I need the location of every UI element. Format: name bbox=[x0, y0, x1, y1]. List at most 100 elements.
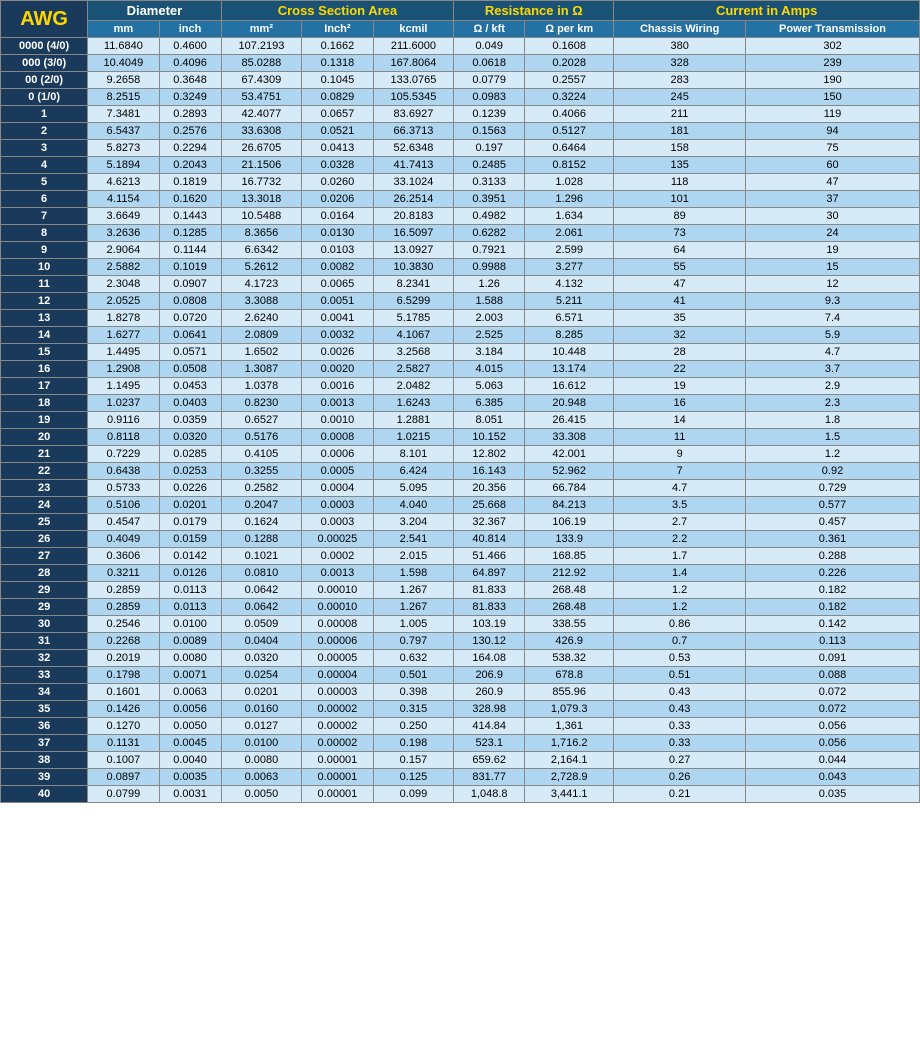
data-cell: 1,361 bbox=[525, 718, 614, 735]
data-cell: 7.4 bbox=[746, 310, 920, 327]
data-cell: 1.2908 bbox=[88, 361, 159, 378]
data-cell: 0.6464 bbox=[525, 140, 614, 157]
data-cell: 0.6527 bbox=[221, 412, 302, 429]
data-cell: 103.19 bbox=[454, 616, 525, 633]
data-cell: 9.3 bbox=[746, 293, 920, 310]
data-cell: 0.0453 bbox=[159, 378, 221, 395]
data-cell: 75 bbox=[746, 140, 920, 157]
data-cell: 4.7 bbox=[614, 480, 746, 497]
data-cell: 0.00002 bbox=[302, 718, 373, 735]
data-cell: 1.8278 bbox=[88, 310, 159, 327]
awg-table: AWG Diameter Cross Section Area Resistan… bbox=[0, 0, 920, 803]
data-cell: 13.3018 bbox=[221, 191, 302, 208]
data-cell: 0.0045 bbox=[159, 735, 221, 752]
data-cell: 0.0080 bbox=[221, 752, 302, 769]
data-cell: 2.0482 bbox=[373, 378, 454, 395]
data-cell: 107.2193 bbox=[221, 38, 302, 55]
data-cell: 1.2 bbox=[746, 446, 920, 463]
data-cell: 0.00003 bbox=[302, 684, 373, 701]
data-cell: 0.4547 bbox=[88, 514, 159, 531]
table-row: 280.32110.01260.08100.00131.59864.897212… bbox=[1, 565, 920, 582]
awg-cell: 00 (2/0) bbox=[1, 72, 88, 89]
data-cell: 0.0050 bbox=[159, 718, 221, 735]
table-row: 0 (1/0)8.25150.324953.47510.0829105.5345… bbox=[1, 89, 920, 106]
table-row: 0000 (4/0)11.68400.4600107.21930.1662211… bbox=[1, 38, 920, 55]
table-row: 230.57330.02260.25820.00045.09520.35666.… bbox=[1, 480, 920, 497]
data-cell: 0.5176 bbox=[221, 429, 302, 446]
awg-cell: 7 bbox=[1, 208, 88, 225]
data-cell: 0.0063 bbox=[159, 684, 221, 701]
awg-cell: 20 bbox=[1, 429, 88, 446]
table-row: 17.34810.289342.40770.065783.69270.12390… bbox=[1, 106, 920, 123]
data-cell: 0.43 bbox=[614, 701, 746, 718]
awg-cell: 23 bbox=[1, 480, 88, 497]
data-cell: 0.3951 bbox=[454, 191, 525, 208]
data-cell: 0.2294 bbox=[159, 140, 221, 157]
awg-cell: 38 bbox=[1, 752, 88, 769]
table-row: 000 (3/0)10.40490.409685.02880.1318167.8… bbox=[1, 55, 920, 72]
awg-cell: 30 bbox=[1, 616, 88, 633]
data-cell: 28 bbox=[614, 344, 746, 361]
data-cell: 0.1426 bbox=[88, 701, 159, 718]
data-cell: 0.0720 bbox=[159, 310, 221, 327]
data-cell: 3.2636 bbox=[88, 225, 159, 242]
table-row: 350.14260.00560.01600.000020.315328.981,… bbox=[1, 701, 920, 718]
data-cell: 22 bbox=[614, 361, 746, 378]
data-cell: 0.33 bbox=[614, 718, 746, 735]
awg-cell: 1 bbox=[1, 106, 88, 123]
table-row: 151.44950.05711.65020.00263.25683.18410.… bbox=[1, 344, 920, 361]
data-cell: 0.1819 bbox=[159, 174, 221, 191]
kcmil-subheader: kcmil bbox=[373, 21, 454, 38]
data-cell: 0.2576 bbox=[159, 123, 221, 140]
data-cell: 1.3087 bbox=[221, 361, 302, 378]
data-cell: 15 bbox=[746, 259, 920, 276]
data-cell: 0.1318 bbox=[302, 55, 373, 72]
data-cell: 2.6240 bbox=[221, 310, 302, 327]
data-cell: 1.598 bbox=[373, 565, 454, 582]
data-cell: 1.296 bbox=[525, 191, 614, 208]
data-cell: 2.2 bbox=[614, 531, 746, 548]
data-cell: 47 bbox=[746, 174, 920, 191]
data-cell: 0.0142 bbox=[159, 548, 221, 565]
data-cell: 35 bbox=[614, 310, 746, 327]
data-cell: 0.0403 bbox=[159, 395, 221, 412]
data-cell: 1.028 bbox=[525, 174, 614, 191]
data-cell: 167.8064 bbox=[373, 55, 454, 72]
data-cell: 6.5299 bbox=[373, 293, 454, 310]
awg-cell: 21 bbox=[1, 446, 88, 463]
data-cell: 0.0253 bbox=[159, 463, 221, 480]
data-cell: 0.125 bbox=[373, 769, 454, 786]
data-cell: 42.001 bbox=[525, 446, 614, 463]
data-cell: 0.0521 bbox=[302, 123, 373, 140]
data-cell: 0.0127 bbox=[221, 718, 302, 735]
data-cell: 0.2893 bbox=[159, 106, 221, 123]
data-cell: 130.12 bbox=[454, 633, 525, 650]
data-cell: 1.634 bbox=[525, 208, 614, 225]
data-cell: 0.0050 bbox=[221, 786, 302, 803]
awg-cell: 37 bbox=[1, 735, 88, 752]
data-cell: 25.668 bbox=[454, 497, 525, 514]
data-cell: 16.5097 bbox=[373, 225, 454, 242]
data-cell: 0.0657 bbox=[302, 106, 373, 123]
data-cell: 0.0808 bbox=[159, 293, 221, 310]
data-cell: 5.211 bbox=[525, 293, 614, 310]
data-cell: 66.784 bbox=[525, 480, 614, 497]
awg-cell: 9 bbox=[1, 242, 88, 259]
awg-cell: 33 bbox=[1, 667, 88, 684]
data-cell: 0.00002 bbox=[302, 701, 373, 718]
data-cell: 0.9988 bbox=[454, 259, 525, 276]
data-cell: 0.51 bbox=[614, 667, 746, 684]
data-cell: 3.2568 bbox=[373, 344, 454, 361]
table-row: 190.91160.03590.65270.00101.28818.05126.… bbox=[1, 412, 920, 429]
data-cell: 0.0779 bbox=[454, 72, 525, 89]
data-cell: 0.0065 bbox=[302, 276, 373, 293]
data-cell: 0.0641 bbox=[159, 327, 221, 344]
data-cell: 0.142 bbox=[746, 616, 920, 633]
table-row: 290.28590.01130.06420.000101.26781.83326… bbox=[1, 582, 920, 599]
data-cell: 4.015 bbox=[454, 361, 525, 378]
data-cell: 20.948 bbox=[525, 395, 614, 412]
data-cell: 380 bbox=[614, 38, 746, 55]
data-cell: 4.6213 bbox=[88, 174, 159, 191]
data-cell: 0.1021 bbox=[221, 548, 302, 565]
data-cell: 0.00025 bbox=[302, 531, 373, 548]
